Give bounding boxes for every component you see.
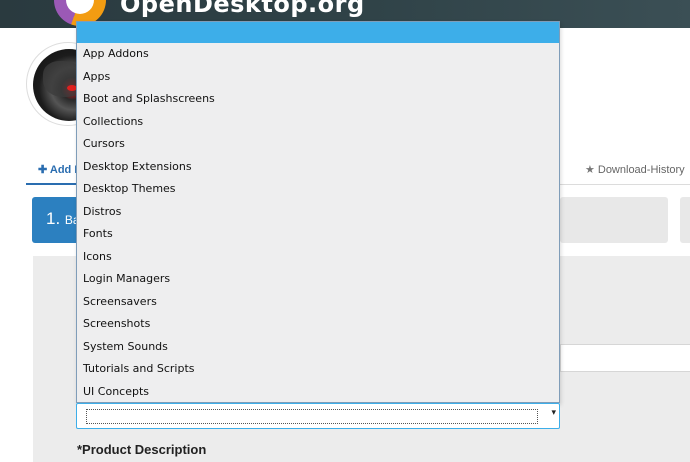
dropdown-option[interactable]: Collections: [77, 111, 559, 134]
dropdown-option[interactable]: Tutorials and Scripts: [77, 358, 559, 381]
plus-icon: ✚: [38, 164, 50, 176]
category-dropdown-list[interactable]: App Addons Apps Boot and Splashscreens C…: [76, 21, 560, 403]
active-tab-indicator: [26, 183, 80, 185]
select-focus-ring: [86, 409, 538, 424]
step-1-basics[interactable]: 1. Ba: [32, 197, 80, 243]
dropdown-option[interactable]: Distros: [77, 201, 559, 224]
dropdown-option[interactable]: Screensavers: [77, 291, 559, 314]
dropdown-option[interactable]: Login Managers: [77, 268, 559, 291]
chevron-down-icon[interactable]: ▾: [551, 408, 556, 418]
tab-download-history[interactable]: ★ Download-History: [585, 163, 685, 176]
dropdown-option[interactable]: Apps: [77, 66, 559, 89]
category-select[interactable]: ▾: [76, 403, 560, 429]
dropdown-option[interactable]: System Sounds: [77, 336, 559, 359]
step-3[interactable]: [680, 197, 690, 243]
dropdown-highlighted-option[interactable]: [77, 22, 559, 43]
dropdown-option[interactable]: Cursors: [77, 133, 559, 156]
star-icon: ★: [585, 164, 595, 176]
step-2[interactable]: [560, 197, 668, 243]
tab-history-label: Download-History: [597, 164, 685, 176]
site-name[interactable]: OpenDesktop.org: [120, 0, 365, 18]
dropdown-option[interactable]: Screenshots: [77, 313, 559, 336]
dropdown-option[interactable]: Icons: [77, 246, 559, 269]
dropdown-option[interactable]: App Addons: [77, 43, 559, 66]
dropdown-option[interactable]: Desktop Themes: [77, 178, 559, 201]
step-1-number: 1.: [46, 209, 61, 228]
text-input-field[interactable]: [560, 344, 690, 372]
product-description-label: *Product Description: [77, 442, 207, 457]
dropdown-option[interactable]: UI Concepts: [77, 381, 559, 404]
dropdown-option[interactable]: Desktop Extensions: [77, 156, 559, 179]
dropdown-option[interactable]: Boot and Splashscreens: [77, 88, 559, 111]
dropdown-option[interactable]: Fonts: [77, 223, 559, 246]
